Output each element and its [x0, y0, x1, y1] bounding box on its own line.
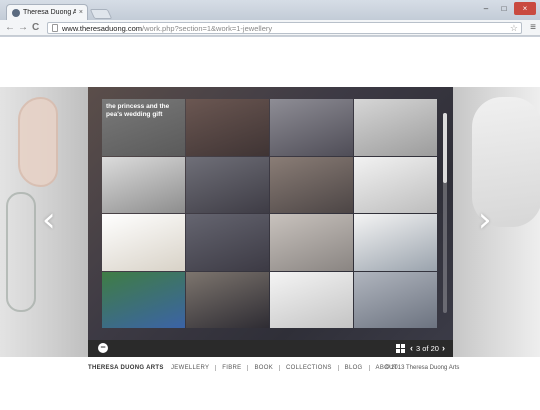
tab-title: Theresa Duong Arts: [23, 9, 76, 16]
thumbnail[interactable]: [270, 271, 353, 328]
scrollbar-thumb[interactable]: [443, 113, 447, 183]
next-slide-arrow-icon[interactable]: ›: [478, 200, 492, 240]
thumbnail[interactable]: [102, 214, 185, 271]
footer-nav: JEWELLERY FIBRE BOOK COLLECTIONS BLOG AB…: [171, 365, 404, 371]
minimize-button[interactable]: –: [478, 2, 494, 15]
reload-icon[interactable]: C: [32, 22, 39, 34]
thumbnail[interactable]: [270, 214, 353, 271]
thumbnail[interactable]: [186, 214, 269, 271]
page-icon: [52, 24, 58, 32]
thumbnail[interactable]: [354, 99, 437, 156]
new-tab-button[interactable]: [89, 9, 113, 19]
favicon-icon: [12, 8, 20, 17]
browser-menu-icon[interactable]: ≡: [530, 22, 536, 34]
footer-link-blog[interactable]: BLOG: [337, 365, 369, 371]
prev-small-icon[interactable]: ‹: [410, 343, 413, 353]
thumbnail[interactable]: [102, 271, 185, 328]
ear-image: [18, 97, 58, 187]
footer-link-fibre[interactable]: FIBRE: [215, 365, 247, 371]
tab-close-icon[interactable]: ×: [79, 9, 87, 16]
back-arrow-icon[interactable]: ←: [5, 22, 15, 34]
thumbnail[interactable]: [186, 271, 269, 328]
window-controls: – □ ×: [478, 2, 536, 15]
thumbnail-grid: the princess and the pea's wedding gift: [102, 99, 437, 328]
footer-link-jewellery[interactable]: JEWELLERY: [171, 365, 215, 371]
counter-text: 3 of 20: [416, 343, 439, 353]
thumbnail[interactable]: [354, 214, 437, 271]
browser-toolbar: ← → C www.theresaduong.com/work.php?sect…: [0, 20, 540, 36]
copyright: © 2013 Theresa Duong Arts: [385, 365, 460, 371]
close-window-button[interactable]: ×: [514, 2, 536, 15]
thumbnail[interactable]: [270, 99, 353, 156]
url-host: www.theresaduong.com: [62, 23, 143, 33]
url-path: /work.php?section=1&work=1-jewellery: [142, 23, 273, 33]
previous-slide-arrow-icon[interactable]: ‹: [42, 200, 56, 240]
earring-image: [6, 192, 36, 312]
thumbnail[interactable]: [186, 156, 269, 213]
next-small-icon[interactable]: ›: [442, 343, 445, 353]
browser-tab[interactable]: Theresa Duong Arts ×: [6, 4, 88, 20]
gallery-panel: the princess and the pea's wedding gift …: [88, 87, 453, 357]
gallery-controls-bar: − ‹ 3 of 20 ›: [88, 340, 453, 357]
forward-arrow-icon[interactable]: →: [18, 22, 28, 34]
thumbnail[interactable]: [270, 156, 353, 213]
thumbnail[interactable]: [354, 156, 437, 213]
thumbnail-caption: the princess and the pea's wedding gift: [106, 103, 170, 118]
url-text: www.theresaduong.com/work.php?section=1&…: [62, 24, 272, 33]
grid-view-icon[interactable]: [396, 344, 405, 353]
site-footer: THERESA DUONG ARTS JEWELLERY FIBRE BOOK …: [0, 363, 540, 375]
browser-tabstrip: Theresa Duong Arts × – □ ×: [0, 0, 540, 20]
web-page: ‹ › the princess and the pea's wedding g…: [0, 37, 540, 410]
thumbnail[interactable]: [354, 271, 437, 328]
footer-link-book[interactable]: BOOK: [247, 365, 279, 371]
thumbnail[interactable]: the princess and the pea's wedding gift: [102, 99, 185, 156]
thumbnail[interactable]: [186, 99, 269, 156]
footer-brand[interactable]: THERESA DUONG ARTS: [88, 365, 164, 371]
slide-counter: ‹ 3 of 20 ›: [410, 343, 445, 353]
footer-link-collections[interactable]: COLLECTIONS: [279, 365, 338, 371]
bookmark-star-icon[interactable]: ☆: [510, 23, 518, 34]
thumbnail[interactable]: [102, 156, 185, 213]
maximize-button[interactable]: □: [496, 2, 512, 15]
gallery-scrollbar[interactable]: [443, 113, 447, 313]
minimize-gallery-icon[interactable]: −: [98, 343, 108, 353]
address-bar[interactable]: www.theresaduong.com/work.php?section=1&…: [47, 22, 522, 34]
